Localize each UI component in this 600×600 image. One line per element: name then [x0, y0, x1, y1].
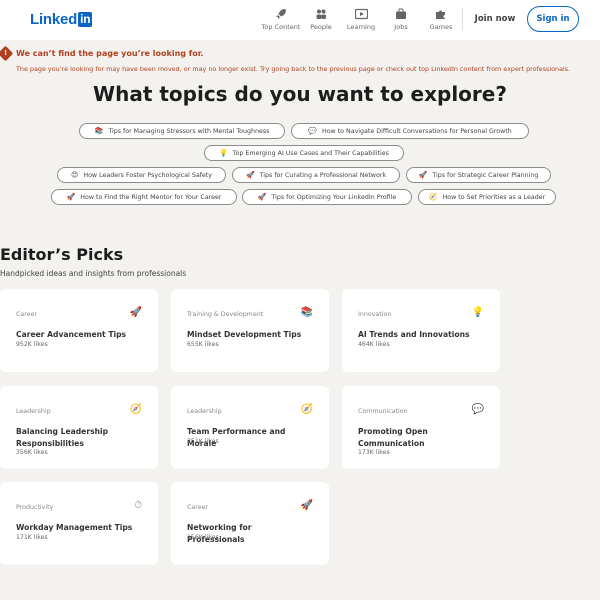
card-title: Workday Management Tips — [16, 523, 133, 532]
card-title: Career Advancement Tips — [16, 330, 127, 339]
video-icon — [354, 8, 368, 20]
card-likes: 173K likes — [358, 449, 390, 456]
card-category: Career — [16, 311, 38, 318]
section-subtitle: Handpicked ideas and insights from profe… — [0, 269, 187, 278]
nav-label: People — [310, 23, 332, 31]
topic-label: Top Emerging AI Use Cases and Their Capa… — [232, 149, 389, 157]
nav-learning[interactable]: Learning — [339, 8, 383, 31]
logo-text: Linked — [30, 11, 78, 28]
topic-chip[interactable]: 🚀 Tips for Optimizing Your LinkedIn Profi… — [242, 189, 412, 205]
topic-chip[interactable]: 💬 How to Navigate Difficult Conversations… — [291, 123, 529, 139]
speech-bubble-icon: 💬 — [308, 127, 317, 135]
pick-card[interactable]: Leadership 🧭 Balancing Leadership Respon… — [0, 386, 158, 469]
card-category: Communication — [358, 408, 408, 415]
stopwatch-icon: ⏱ — [134, 500, 142, 511]
pick-card[interactable]: Training & Development 📚 Mindset Develop… — [171, 289, 329, 372]
smile-icon: 😊 — [71, 171, 79, 179]
lightbulb-icon: 💡 — [219, 149, 228, 157]
card-title: Balancing Leadership Responsibilities — [16, 427, 109, 448]
topic-label: How to Set Priorities as a Leader — [442, 193, 546, 201]
compass-icon: 🧭 — [300, 404, 313, 415]
card-category: Innovation — [358, 311, 392, 318]
nav-jobs[interactable]: Jobs — [379, 8, 423, 31]
topic-label: Tips for Strategic Career Planning — [432, 171, 539, 179]
pick-card[interactable]: Leadership 🧭 Team Performance and Morale… — [171, 386, 329, 469]
topic-chip[interactable]: 🚀 Tips for Strategic Career Planning — [406, 167, 551, 183]
pick-card[interactable]: Productivity ⏱ Workday Management Tips 1… — [0, 482, 158, 565]
rocket-icon: 🚀 — [66, 193, 76, 201]
nav-label: Top Content — [261, 23, 301, 31]
card-title: AI Trends and Innovations — [358, 330, 470, 339]
pick-card[interactable]: Communication 💬 Promoting Open Communica… — [342, 386, 500, 469]
nav-people[interactable]: People — [299, 8, 343, 31]
card-likes: 171K likes — [16, 534, 48, 541]
logo-in-box: in — [78, 12, 93, 27]
pick-card[interactable]: Career 🚀 Career Advancement Tips 952K li… — [0, 289, 158, 372]
topic-label: Tips for Curating a Professional Network — [259, 171, 387, 179]
nav-games[interactable]: Games — [419, 8, 463, 31]
nav-label: Jobs — [394, 23, 408, 31]
rocket-icon: 🚀 — [245, 171, 255, 179]
topic-chip[interactable]: 🚀 Tips for Curating a Professional Networ… — [232, 167, 400, 183]
topic-chip[interactable]: 😊 How Leaders Foster Psychological Safety — [57, 167, 226, 183]
topic-chip[interactable]: 🚀 How to Find the Right Mentor for Your C… — [51, 189, 237, 205]
nav-divider — [462, 8, 463, 30]
nav-label: Learning — [346, 23, 376, 31]
nav-top-content[interactable]: Top Content — [259, 8, 303, 31]
topic-label: How to Navigate Difficult Conversations … — [321, 127, 512, 135]
speech-bubble-icon: 💬 — [471, 404, 484, 415]
topic-label: How Leaders Foster Psychological Safety — [83, 171, 212, 179]
error-description: The page you’re looking for may have bee… — [16, 65, 571, 73]
card-title: Mindset Development Tips — [187, 330, 302, 339]
card-category: Leadership — [16, 408, 51, 415]
error-notice: ! We can’t find the page you’re looking … — [0, 45, 204, 62]
card-likes: 251K likes — [187, 438, 219, 445]
topic-label: How to Find the Right Mentor for Your Ca… — [80, 193, 222, 201]
card-category: Productivity — [16, 504, 54, 511]
compass-icon: 🧭 — [129, 404, 142, 415]
card-likes: 952K likes — [16, 341, 48, 348]
alert-icon: ! — [0, 45, 14, 62]
card-likes: 655K likes — [187, 341, 219, 348]
card-likes: 356K likes — [16, 449, 48, 456]
people-icon — [316, 9, 326, 19]
rocket-icon: 🚀 — [300, 500, 313, 511]
books-icon: 📚 — [94, 127, 104, 135]
lightbulb-icon: 💡 — [471, 307, 484, 318]
compass-icon: 🧭 — [428, 193, 438, 201]
topic-chip[interactable]: 🧭 How to Set Priorities as a Leader — [418, 189, 556, 205]
card-title: Promoting Open Communication — [358, 427, 428, 448]
topic-label: Tips for Managing Stressors with Mental … — [108, 127, 270, 135]
linkedin-logo[interactable]: Linked in — [30, 11, 93, 28]
puzzle-icon — [436, 10, 445, 19]
sign-in-button[interactable]: Sign in — [527, 6, 579, 32]
books-icon: 📚 — [300, 307, 313, 318]
card-likes: 156K likes — [187, 534, 219, 541]
join-now-button[interactable]: Join now — [468, 9, 522, 29]
card-category: Leadership — [187, 408, 222, 415]
top-navbar: Linked in Top Content People Learning Job… — [0, 0, 600, 40]
card-category: Training & Development — [187, 311, 264, 318]
topic-label: Tips for Optimizing Your LinkedIn Profil… — [271, 193, 397, 201]
rocket-icon: 🚀 — [257, 193, 267, 201]
rocket-icon: 🚀 — [129, 307, 142, 318]
rocket-icon — [276, 9, 286, 19]
topic-chip[interactable]: 💡 Top Emerging AI Use Cases and Their Cap… — [204, 145, 404, 161]
section-title: Editor’s Picks — [0, 245, 124, 264]
card-category: Career — [187, 504, 209, 511]
briefcase-icon — [396, 8, 406, 19]
rocket-icon: 🚀 — [418, 171, 428, 179]
pick-card[interactable]: Innovation 💡 AI Trends and Innovations 4… — [342, 289, 500, 372]
nav-label: Games — [429, 23, 453, 31]
error-title: We can’t find the page you’re looking fo… — [16, 49, 204, 58]
topic-chip[interactable]: 📚 Tips for Managing Stressors with Mental… — [79, 123, 285, 139]
pick-card[interactable]: Career 🚀 Networking for Professionals 15… — [171, 482, 329, 565]
page-title: What topics do you want to explore? — [93, 82, 507, 106]
card-likes: 464K likes — [358, 341, 390, 348]
